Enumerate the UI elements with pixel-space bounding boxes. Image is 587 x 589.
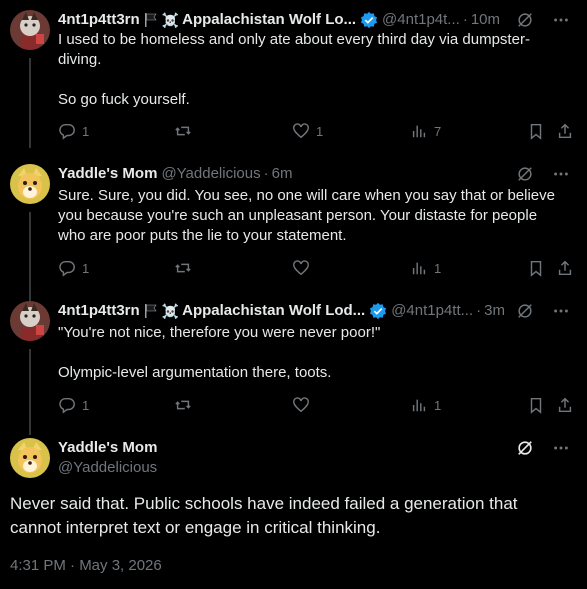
- tweet-text: "You're not nice, therefore you were nev…: [58, 324, 381, 381]
- like-button[interactable]: [292, 258, 316, 278]
- tweet-text: Never said that. Public schools have ind…: [10, 494, 518, 537]
- display-name[interactable]: 4nt1p4tt3rn: [58, 10, 140, 30]
- bookmark-icon: [530, 123, 542, 140]
- grok-icon[interactable]: [515, 164, 535, 184]
- more-icon[interactable]: [551, 301, 571, 321]
- handle[interactable]: @Yaddelicious: [161, 164, 260, 184]
- views-button[interactable]: 7: [410, 121, 441, 141]
- verified-badge-icon[interactable]: [369, 302, 387, 320]
- tweet-header: 4nt1p4tt3rn ☠️ Appalachistan Wolf Lo... …: [58, 10, 500, 30]
- bookmark-button[interactable]: [527, 258, 545, 278]
- more-icon[interactable]: [551, 10, 571, 30]
- avatar-4nt1p4tt3rn[interactable]: [10, 10, 50, 50]
- views-icon: [412, 399, 426, 412]
- skull-icon: ☠️: [161, 12, 180, 28]
- tweet-timestamp[interactable]: 4:31 PM · May 3, 2026: [10, 557, 162, 574]
- display-name-suffix[interactable]: Appalachistan Wolf Lo...: [182, 10, 356, 30]
- grok-icon[interactable]: [515, 301, 535, 321]
- retweet-button[interactable]: [174, 121, 198, 141]
- tweet-text: I used to be homeless and only ate about…: [58, 31, 530, 108]
- like-icon: [293, 123, 309, 139]
- display-name[interactable]: Yaddle's Mom: [58, 164, 157, 184]
- bookmark-icon: [530, 397, 542, 414]
- grok-icon[interactable]: [515, 10, 535, 30]
- action-bar: 1 1: [58, 395, 574, 415]
- thread-connector: [29, 349, 31, 435]
- verified-badge-icon[interactable]: [360, 11, 378, 29]
- like-icon: [293, 260, 309, 276]
- reply-icon: [59, 123, 75, 140]
- view-count: 1: [434, 397, 442, 413]
- tweet-3[interactable]: 4nt1p4tt3rn ☠️ Appalachistan Wolf Lod...…: [0, 301, 587, 435]
- tweet-header: Yaddle's Mom @Yaddelicious · 6m: [58, 164, 293, 184]
- thread-connector: [29, 212, 31, 302]
- like-count: 1: [316, 123, 324, 139]
- timestamp[interactable]: 6m: [272, 164, 293, 184]
- view-count: 7: [434, 123, 442, 139]
- display-name[interactable]: 4nt1p4tt3rn: [58, 301, 140, 321]
- avatar-yaddles-mom[interactable]: [10, 164, 50, 204]
- views-icon: [412, 262, 426, 275]
- handle[interactable]: @4nt1p4t...: [382, 10, 460, 30]
- black-flag-icon: [143, 303, 159, 319]
- reply-icon: [59, 260, 75, 277]
- retweet-icon: [175, 126, 191, 136]
- reply-count: 1: [82, 260, 90, 276]
- like-button[interactable]: [292, 395, 316, 415]
- share-icon: [558, 123, 572, 139]
- views-button[interactable]: 1: [410, 258, 441, 278]
- more-icon[interactable]: [551, 438, 571, 458]
- handle[interactable]: @4nt1p4tt...: [391, 301, 473, 321]
- action-bar: 1 1 7: [58, 121, 574, 141]
- handle[interactable]: @Yaddelicious: [58, 458, 157, 478]
- avatar-yaddles-mom[interactable]: [10, 438, 50, 478]
- share-button[interactable]: [556, 395, 574, 415]
- thread-connector: [29, 58, 31, 148]
- display-name[interactable]: Yaddle's Mom: [58, 438, 157, 458]
- views-button[interactable]: 1: [410, 395, 441, 415]
- share-button[interactable]: [556, 121, 574, 141]
- share-icon: [558, 397, 572, 413]
- reply-icon: [59, 397, 75, 414]
- avatar-4nt1p4tt3rn[interactable]: [10, 301, 50, 341]
- bookmark-button[interactable]: [527, 395, 545, 415]
- display-name-suffix[interactable]: Appalachistan Wolf Lod...: [182, 301, 365, 321]
- timestamp[interactable]: 10m: [471, 10, 500, 30]
- share-button[interactable]: [556, 258, 574, 278]
- tweet-text: Sure. Sure, you did. You see, no one wil…: [58, 187, 555, 244]
- share-icon: [558, 260, 572, 276]
- views-icon: [412, 125, 426, 138]
- bookmark-button[interactable]: [527, 121, 545, 141]
- more-icon[interactable]: [551, 164, 571, 184]
- tweet-2[interactable]: Yaddle's Mom @Yaddelicious · 6m Sure. Su…: [0, 164, 587, 302]
- tweet-header: 4nt1p4tt3rn ☠️ Appalachistan Wolf Lod...…: [58, 301, 505, 321]
- reply-button[interactable]: 1: [58, 395, 89, 415]
- retweet-button[interactable]: [174, 258, 198, 278]
- reply-button[interactable]: 1: [58, 258, 89, 278]
- reply-button[interactable]: 1: [58, 121, 89, 141]
- tweet-1[interactable]: 4nt1p4tt3rn ☠️ Appalachistan Wolf Lo... …: [0, 10, 587, 148]
- retweet-icon: [175, 263, 191, 273]
- action-bar: 1 1: [58, 258, 574, 278]
- black-flag-icon: [143, 12, 159, 28]
- view-count: 1: [434, 260, 442, 276]
- retweet-button[interactable]: [174, 395, 198, 415]
- timestamp[interactable]: 3m: [484, 301, 505, 321]
- bookmark-icon: [530, 260, 542, 277]
- like-icon: [293, 397, 309, 413]
- skull-icon: ☠️: [161, 303, 180, 319]
- reply-count: 1: [82, 397, 90, 413]
- focused-tweet[interactable]: Yaddle's Mom @Yaddelicious Never said th…: [0, 438, 587, 589]
- conversation-thread: 4nt1p4tt3rn ☠️ Appalachistan Wolf Lo... …: [0, 0, 587, 589]
- reply-count: 1: [82, 123, 90, 139]
- retweet-icon: [175, 400, 191, 410]
- grok-icon[interactable]: [515, 438, 535, 458]
- like-button[interactable]: 1: [292, 121, 323, 141]
